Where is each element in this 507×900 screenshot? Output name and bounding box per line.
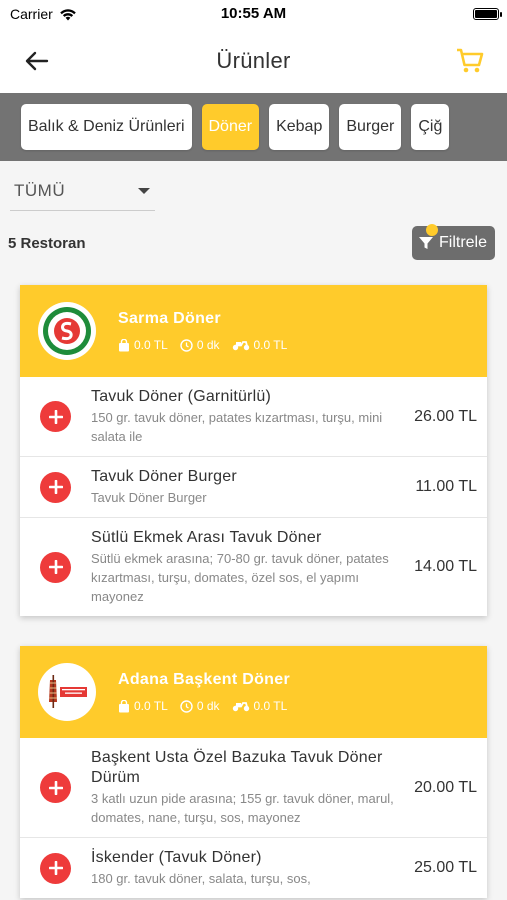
restaurant-name: Adana Başkent Döner	[118, 671, 290, 688]
category-chip-burger[interactable]: Burger	[339, 104, 402, 150]
filter-indicator-dot	[425, 224, 438, 236]
category-chip-cig[interactable]: Çiğ	[411, 104, 450, 150]
bag-icon	[119, 338, 129, 351]
delivery-fee: 0.0 TL	[253, 699, 288, 713]
product-name: Başkent Usta Özel Bazuka Tavuk Döner Dür…	[91, 749, 383, 786]
page-title: Ürünler	[216, 47, 291, 73]
min-order: 0.0 TL	[134, 338, 168, 352]
type-select-value: TÜMÜ	[14, 180, 66, 200]
add-to-cart-button[interactable]	[40, 551, 71, 583]
product-name: Sütlü Ekmek Arası Tavuk Döner	[91, 529, 322, 546]
filter-button-label: Filtrele	[438, 234, 487, 251]
filter-button[interactable]: Filtrele	[411, 224, 495, 260]
clock-icon	[180, 338, 193, 352]
type-select[interactable]: TÜMÜ	[10, 171, 155, 211]
moped-icon	[232, 341, 249, 351]
plus-icon	[48, 780, 63, 795]
add-to-cart-button[interactable]	[40, 401, 71, 432]
restaurant-name: Sarma Döner	[118, 310, 221, 327]
status-time: 10:55 AM	[220, 5, 287, 22]
back-button[interactable]	[22, 46, 52, 76]
add-to-cart-button[interactable]	[40, 852, 71, 884]
battery-icon	[473, 8, 502, 20]
count-row: 5 Restoran Filtrele	[0, 213, 507, 273]
product-description: Tavuk Döner Burger	[91, 490, 207, 505]
cart-button[interactable]	[455, 46, 485, 76]
plus-icon	[48, 560, 63, 574]
product-row[interactable]: Tavuk Döner Burger Tavuk Döner Burger 11…	[20, 456, 487, 517]
restaurant-header[interactable]: Sarma Döner 0.0 TL 0 dk 0.0 TL	[20, 285, 487, 377]
product-row[interactable]: Tavuk Döner (Garnitürlü) 150 gr. tavuk d…	[20, 377, 487, 456]
product-description: 180 gr. tavuk döner, salata, turşu, sos,	[91, 871, 311, 886]
product-price: 25.00 TL	[414, 859, 477, 876]
restaurant-header[interactable]: Adana Başkent Döner 0.0 TL 0 dk 0.0 TL	[20, 646, 487, 738]
arrow-left-icon	[25, 51, 49, 70]
funnel-icon	[418, 237, 433, 249]
filter-row: TÜMÜ	[0, 161, 507, 213]
product-description: 150 gr. tavuk döner, patates kızartması,…	[91, 410, 383, 444]
moped-icon	[232, 702, 249, 712]
add-to-cart-button[interactable]	[40, 772, 71, 803]
restaurant-logo	[38, 663, 96, 721]
plus-icon	[48, 480, 63, 494]
product-description: Sütlü ekmek arasına; 70-80 gr. tavuk dön…	[91, 551, 389, 604]
product-row[interactable]: Başkent Usta Özel Bazuka Tavuk Döner Dür…	[20, 738, 487, 837]
restaurant-list: Sarma Döner 0.0 TL 0 dk 0.0 TL Tavuk Dön…	[0, 273, 507, 898]
product-description: 3 katlı uzun pide arasına; 155 gr. tavuk…	[91, 791, 394, 825]
restaurant-card: Adana Başkent Döner 0.0 TL 0 dk 0.0 TL B…	[20, 646, 487, 898]
header: Ürünler	[0, 28, 507, 93]
product-price: 26.00 TL	[414, 407, 477, 425]
category-chip-balik[interactable]: Balık & Deniz Ürünleri	[21, 104, 192, 150]
delivery-time: 0 dk	[196, 699, 220, 713]
product-price: 11.00 TL	[415, 478, 477, 495]
restaurant-card: Sarma Döner 0.0 TL 0 dk 0.0 TL Tavuk Dön…	[20, 285, 487, 616]
plus-icon	[48, 861, 63, 875]
restaurant-count: 5 Restoran	[8, 234, 86, 252]
product-row[interactable]: İskender (Tavuk Döner) 180 gr. tavuk dön…	[20, 837, 487, 898]
category-chip-kebap[interactable]: Kebap	[269, 104, 330, 150]
chevron-down-icon	[138, 187, 150, 194]
product-name: İskender (Tavuk Döner)	[91, 849, 262, 866]
product-price: 20.00 TL	[414, 778, 477, 796]
min-order: 0.0 TL	[134, 699, 168, 713]
delivery-fee: 0.0 TL	[253, 338, 288, 352]
restaurant-logo	[38, 302, 96, 360]
product-name: Tavuk Döner Burger	[91, 468, 237, 485]
plus-icon	[48, 409, 63, 424]
category-chip-doner[interactable]: Döner	[201, 104, 260, 150]
product-price: 14.00 TL	[414, 558, 477, 575]
product-row[interactable]: Sütlü Ekmek Arası Tavuk Döner Sütlü ekme…	[20, 517, 487, 616]
category-bar: Balık & Deniz Ürünleri Döner Kebap Burge…	[0, 93, 507, 161]
cart-icon	[456, 48, 484, 72]
add-to-cart-button[interactable]	[40, 471, 71, 503]
product-name: Tavuk Döner (Garnitürlü)	[91, 388, 271, 405]
delivery-time: 0 dk	[196, 338, 220, 352]
status-bar: Carrier 10:55 AM	[0, 0, 507, 28]
bag-icon	[119, 699, 129, 712]
clock-icon	[180, 699, 193, 713]
